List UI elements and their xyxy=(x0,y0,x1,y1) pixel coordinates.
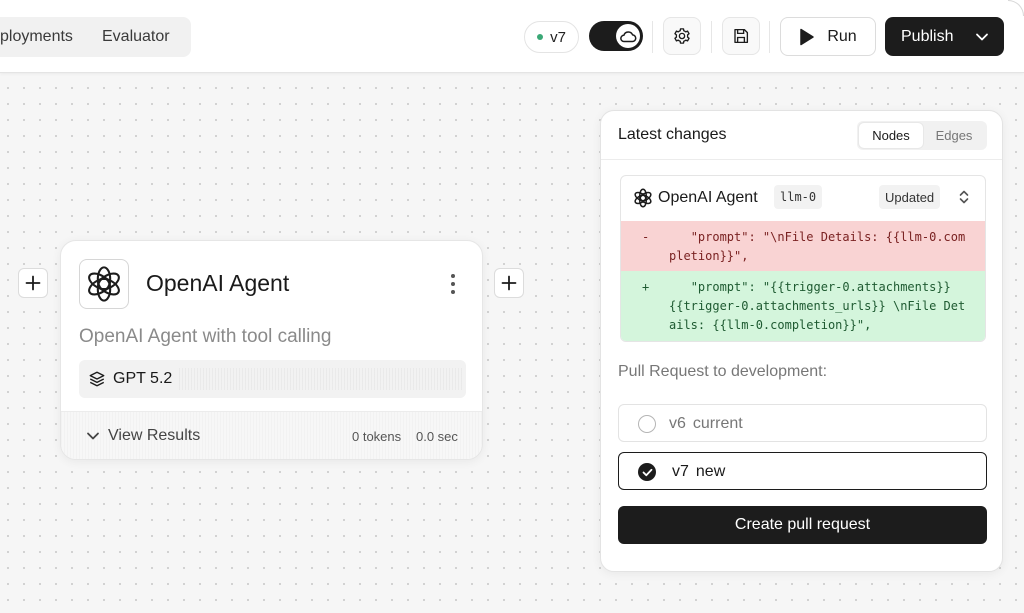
option-version: v7 xyxy=(672,463,689,480)
tab-edges[interactable]: Edges xyxy=(923,123,985,148)
plus-icon xyxy=(501,275,517,291)
model-selector[interactable]: GPT 5.2 xyxy=(79,360,466,398)
layers-icon xyxy=(89,371,105,387)
version-badge[interactable]: v7 xyxy=(524,21,579,53)
chevron-down-icon xyxy=(976,33,989,40)
diff-text-added: "prompt": "{{trigger-0.attachments}} {{t… xyxy=(669,280,966,332)
diff-agent-name: OpenAI Agent xyxy=(658,189,758,206)
version-option-v7[interactable]: v7 new xyxy=(618,452,987,490)
chevron-down-icon xyxy=(87,432,99,440)
openai-logo-icon xyxy=(634,188,652,208)
run-button[interactable]: Run xyxy=(780,17,876,56)
node-menu-button[interactable] xyxy=(441,271,465,297)
diff-sign-removed: - xyxy=(642,230,650,244)
node-footer: View Results 0 tokens 0.0 sec xyxy=(61,411,482,459)
option-label: v7 new xyxy=(672,463,725,481)
panel-title: Latest changes xyxy=(618,126,727,143)
toolbar-divider xyxy=(711,21,712,53)
cloud-toggle[interactable] xyxy=(589,21,643,51)
check-icon xyxy=(642,468,652,476)
node-title: OpenAI Agent xyxy=(146,270,290,296)
diff-header[interactable]: OpenAI Agent llm-0 Updated xyxy=(621,176,985,221)
diff-line-added: + "prompt": "{{trigger-0.attachments}} {… xyxy=(621,271,985,341)
status-dot xyxy=(537,34,544,40)
add-node-left-button[interactable] xyxy=(18,268,48,298)
version-option-v6[interactable]: v6 current xyxy=(618,404,987,442)
status-badge: Updated xyxy=(879,185,941,209)
pull-request-label: Pull Request to development: xyxy=(618,363,828,380)
toggle-knob xyxy=(616,24,640,48)
view-results-toggle[interactable]: View Results xyxy=(86,427,200,445)
diff-line-removed: - "prompt": "\nFile Details: {{llm-0.com… xyxy=(621,221,985,271)
top-tabs: ployments Evaluator xyxy=(0,17,191,57)
panel-divider xyxy=(601,159,1002,160)
changes-tab-switch: Nodes Edges xyxy=(857,121,987,150)
publish-label: Publish xyxy=(901,27,954,45)
diff-sign-added: + xyxy=(642,280,650,294)
token-count: 0 tokens xyxy=(352,429,402,444)
option-label: v6 current xyxy=(669,415,743,433)
node-logo xyxy=(79,259,129,309)
save-button[interactable] xyxy=(722,17,760,55)
diff-card: OpenAI Agent llm-0 Updated - "prompt": "… xyxy=(620,175,986,342)
node-id-badge: llm-0 xyxy=(774,185,823,209)
vertical-ellipsis-icon xyxy=(451,274,455,294)
publish-button[interactable]: Publish xyxy=(885,17,1004,56)
chevron-up-down-icon[interactable] xyxy=(957,189,971,205)
radio-checked[interactable] xyxy=(638,463,656,481)
model-name: GPT 5.2 xyxy=(113,370,173,387)
option-tag: current xyxy=(692,415,743,432)
run-label: Run xyxy=(827,27,857,45)
tab-evaluator[interactable]: Evaluator xyxy=(102,28,170,46)
tab-deployments[interactable]: ployments xyxy=(0,28,73,46)
top-bar: ployments Evaluator v7 Run Publish xyxy=(0,0,1024,73)
toolbar-divider xyxy=(769,21,770,53)
create-pull-request-button[interactable]: Create pull request xyxy=(618,506,987,544)
latest-changes-panel: Latest changes Nodes Edges OpenAI Agent … xyxy=(600,110,1003,572)
radio-unchecked[interactable] xyxy=(638,415,656,433)
toolbar-divider xyxy=(652,21,653,53)
view-results-label: View Results xyxy=(108,427,201,444)
play-icon xyxy=(800,28,815,45)
settings-button[interactable] xyxy=(663,17,701,55)
option-tag: new xyxy=(695,463,726,480)
gear-icon xyxy=(674,28,690,44)
option-version: v6 xyxy=(669,415,686,432)
openai-logo-icon xyxy=(88,266,120,302)
diff-text-removed: "prompt": "\nFile Details: {{llm-0.compl… xyxy=(669,230,966,263)
model-row-texture xyxy=(179,368,463,390)
window-corner xyxy=(1008,0,1024,16)
version-label: v7 xyxy=(550,28,566,46)
add-node-right-button[interactable] xyxy=(494,268,524,298)
floppy-disk-icon xyxy=(734,28,749,44)
plus-icon xyxy=(25,275,41,291)
tab-nodes[interactable]: Nodes xyxy=(859,123,923,148)
run-duration: 0.0 sec xyxy=(416,429,458,444)
node-description: OpenAI Agent with tool calling xyxy=(79,326,332,347)
cloud-icon xyxy=(620,31,637,43)
agent-node-card[interactable]: OpenAI Agent OpenAI Agent with tool call… xyxy=(60,240,483,460)
